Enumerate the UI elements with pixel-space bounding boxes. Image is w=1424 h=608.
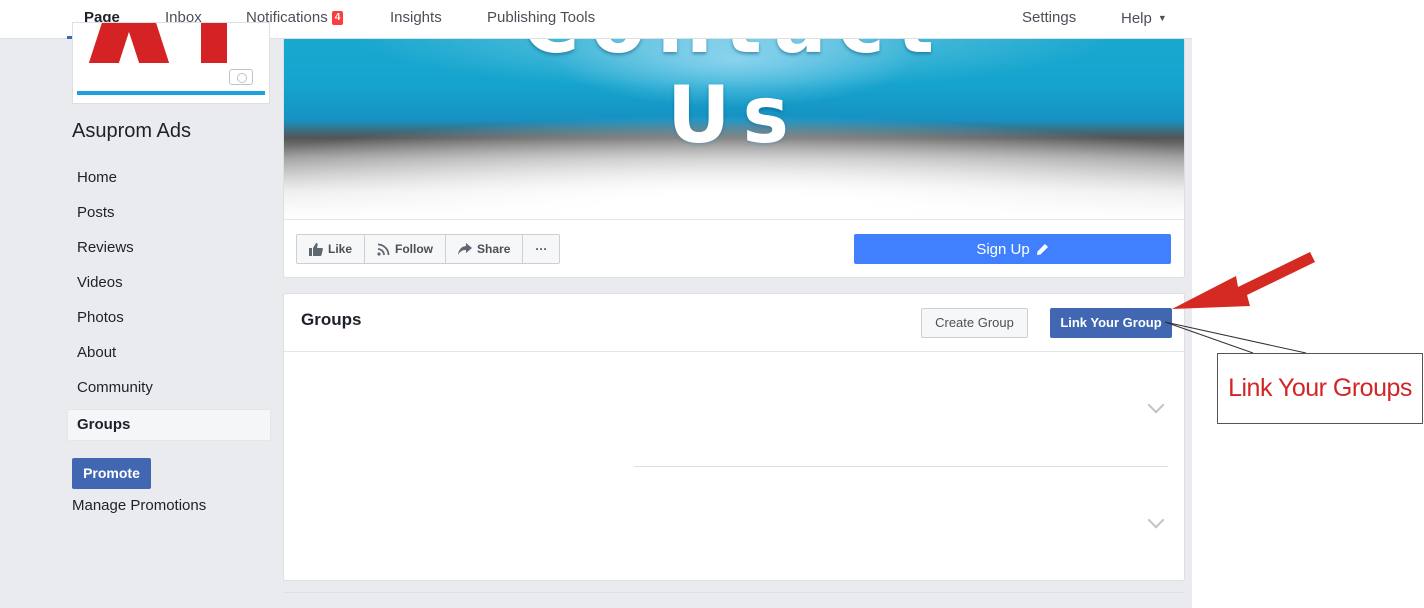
sidebar-item-label: Videos xyxy=(77,274,123,291)
sidebar-item-home[interactable]: Home xyxy=(67,162,271,194)
sidebar-item-label: Posts xyxy=(77,204,115,221)
sidebar-item-label: Photos xyxy=(77,309,124,326)
sidebar-item-label: About xyxy=(77,344,117,361)
sidebar-item-photos[interactable]: Photos xyxy=(67,302,271,334)
sign-up-label: Sign Up xyxy=(976,240,1030,258)
logo-mark-middle xyxy=(122,23,170,63)
sidebar-item-label: Groups xyxy=(77,416,131,433)
cover-card: Contact Us Like Follow Share ··· Sign Up xyxy=(283,39,1185,278)
thumbs-up-icon xyxy=(309,242,323,256)
page-name[interactable]: Asuprom Ads xyxy=(72,120,191,143)
logo-underline xyxy=(77,91,265,95)
manage-promotions-link[interactable]: Manage Promotions xyxy=(72,497,206,514)
sidebar-item-about[interactable]: About xyxy=(67,337,271,369)
sidebar-item-videos[interactable]: Videos xyxy=(67,267,271,299)
share-button[interactable]: Share xyxy=(446,235,524,263)
sidebar-item-posts[interactable]: Posts xyxy=(67,197,271,229)
page-action-row: Like Follow Share ··· Sign Up xyxy=(284,219,1184,278)
callout-text: Link Your Groups xyxy=(1228,374,1412,402)
share-arrow-icon xyxy=(458,243,473,255)
sidebar-item-label: Home xyxy=(77,169,118,186)
chevron-down-icon[interactable] xyxy=(1147,396,1165,414)
like-button[interactable]: Like xyxy=(297,235,366,263)
settings-label: Settings xyxy=(1022,9,1077,26)
sidebar-item-label: Reviews xyxy=(77,239,134,256)
logo-mark-right xyxy=(201,23,227,63)
follow-button[interactable]: Follow xyxy=(365,235,447,263)
more-options-icon: ··· xyxy=(535,242,548,256)
sidebar-item-community[interactable]: Community xyxy=(67,372,271,404)
tab-insights-label: Insights xyxy=(390,9,442,26)
follow-label: Follow xyxy=(395,242,434,256)
sidebar-item-label: Community xyxy=(77,379,153,396)
red-arrow-icon xyxy=(1172,252,1315,309)
annotation-callout: Link Your Groups xyxy=(1217,353,1423,424)
footer-divider xyxy=(283,592,1185,593)
camera-icon[interactable] xyxy=(229,69,253,85)
tab-insights[interactable]: Insights xyxy=(390,0,442,39)
more-options-button[interactable]: ··· xyxy=(523,235,559,263)
notification-count-badge: 4 xyxy=(331,11,344,25)
caret-down-icon: ▼ xyxy=(1157,13,1167,23)
share-label: Share xyxy=(477,242,511,256)
link-your-group-button[interactable]: Link Your Group xyxy=(1050,308,1172,338)
sidebar-item-reviews[interactable]: Reviews xyxy=(67,232,271,264)
help-menu[interactable]: Help ▼ xyxy=(1121,0,1167,39)
chevron-down-icon[interactable] xyxy=(1147,511,1165,529)
groups-card: Groups Create Group Link Your Group xyxy=(283,293,1185,581)
settings-link[interactable]: Settings xyxy=(1022,0,1076,39)
group-row-divider xyxy=(634,466,1168,467)
tab-publishing-tools[interactable]: Publishing Tools xyxy=(487,0,595,39)
cover-photo[interactable]: Contact Us xyxy=(284,39,1184,219)
sign-up-button[interactable]: Sign Up xyxy=(854,234,1171,264)
sidebar-item-groups[interactable]: Groups xyxy=(67,409,271,441)
rss-follow-icon xyxy=(377,243,390,256)
cover-fade xyxy=(284,97,1184,219)
groups-header-divider xyxy=(284,351,1184,352)
tab-publishing-tools-label: Publishing Tools xyxy=(487,9,596,26)
groups-section-title: Groups xyxy=(301,310,362,329)
like-label: Like xyxy=(328,242,353,256)
profile-picture[interactable] xyxy=(72,22,270,104)
help-label: Help xyxy=(1121,10,1152,27)
promote-button[interactable]: Promote xyxy=(72,458,151,489)
page-action-buttons: Like Follow Share ··· xyxy=(296,234,561,264)
create-group-button[interactable]: Create Group xyxy=(921,308,1028,338)
pencil-edit-icon[interactable] xyxy=(1036,243,1049,256)
